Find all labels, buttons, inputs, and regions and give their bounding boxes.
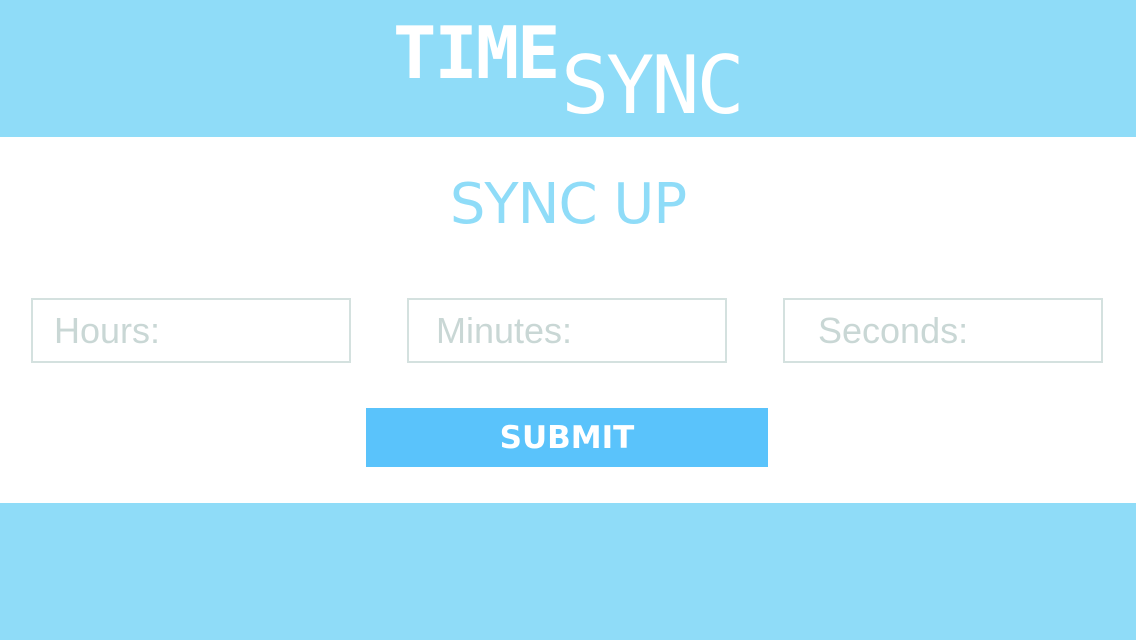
- submit-button[interactable]: SUBMIT: [366, 408, 768, 467]
- footer-banner: [0, 503, 1136, 640]
- minutes-input[interactable]: [407, 298, 727, 363]
- timesync-logo: TIME SYNC: [0, 0, 1136, 137]
- logo-sync-text: SYNC: [561, 39, 745, 132]
- app-root: TIME SYNC SYNC UP SUBMIT: [0, 0, 1136, 640]
- page-title: SYNC UP: [449, 172, 687, 237]
- sync-form-panel: SYNC UP SUBMIT: [0, 137, 1136, 503]
- header-banner: TIME SYNC: [0, 0, 1136, 137]
- seconds-input[interactable]: [783, 298, 1103, 363]
- hours-input[interactable]: [31, 298, 351, 363]
- logo-time-text: TIME: [393, 11, 560, 95]
